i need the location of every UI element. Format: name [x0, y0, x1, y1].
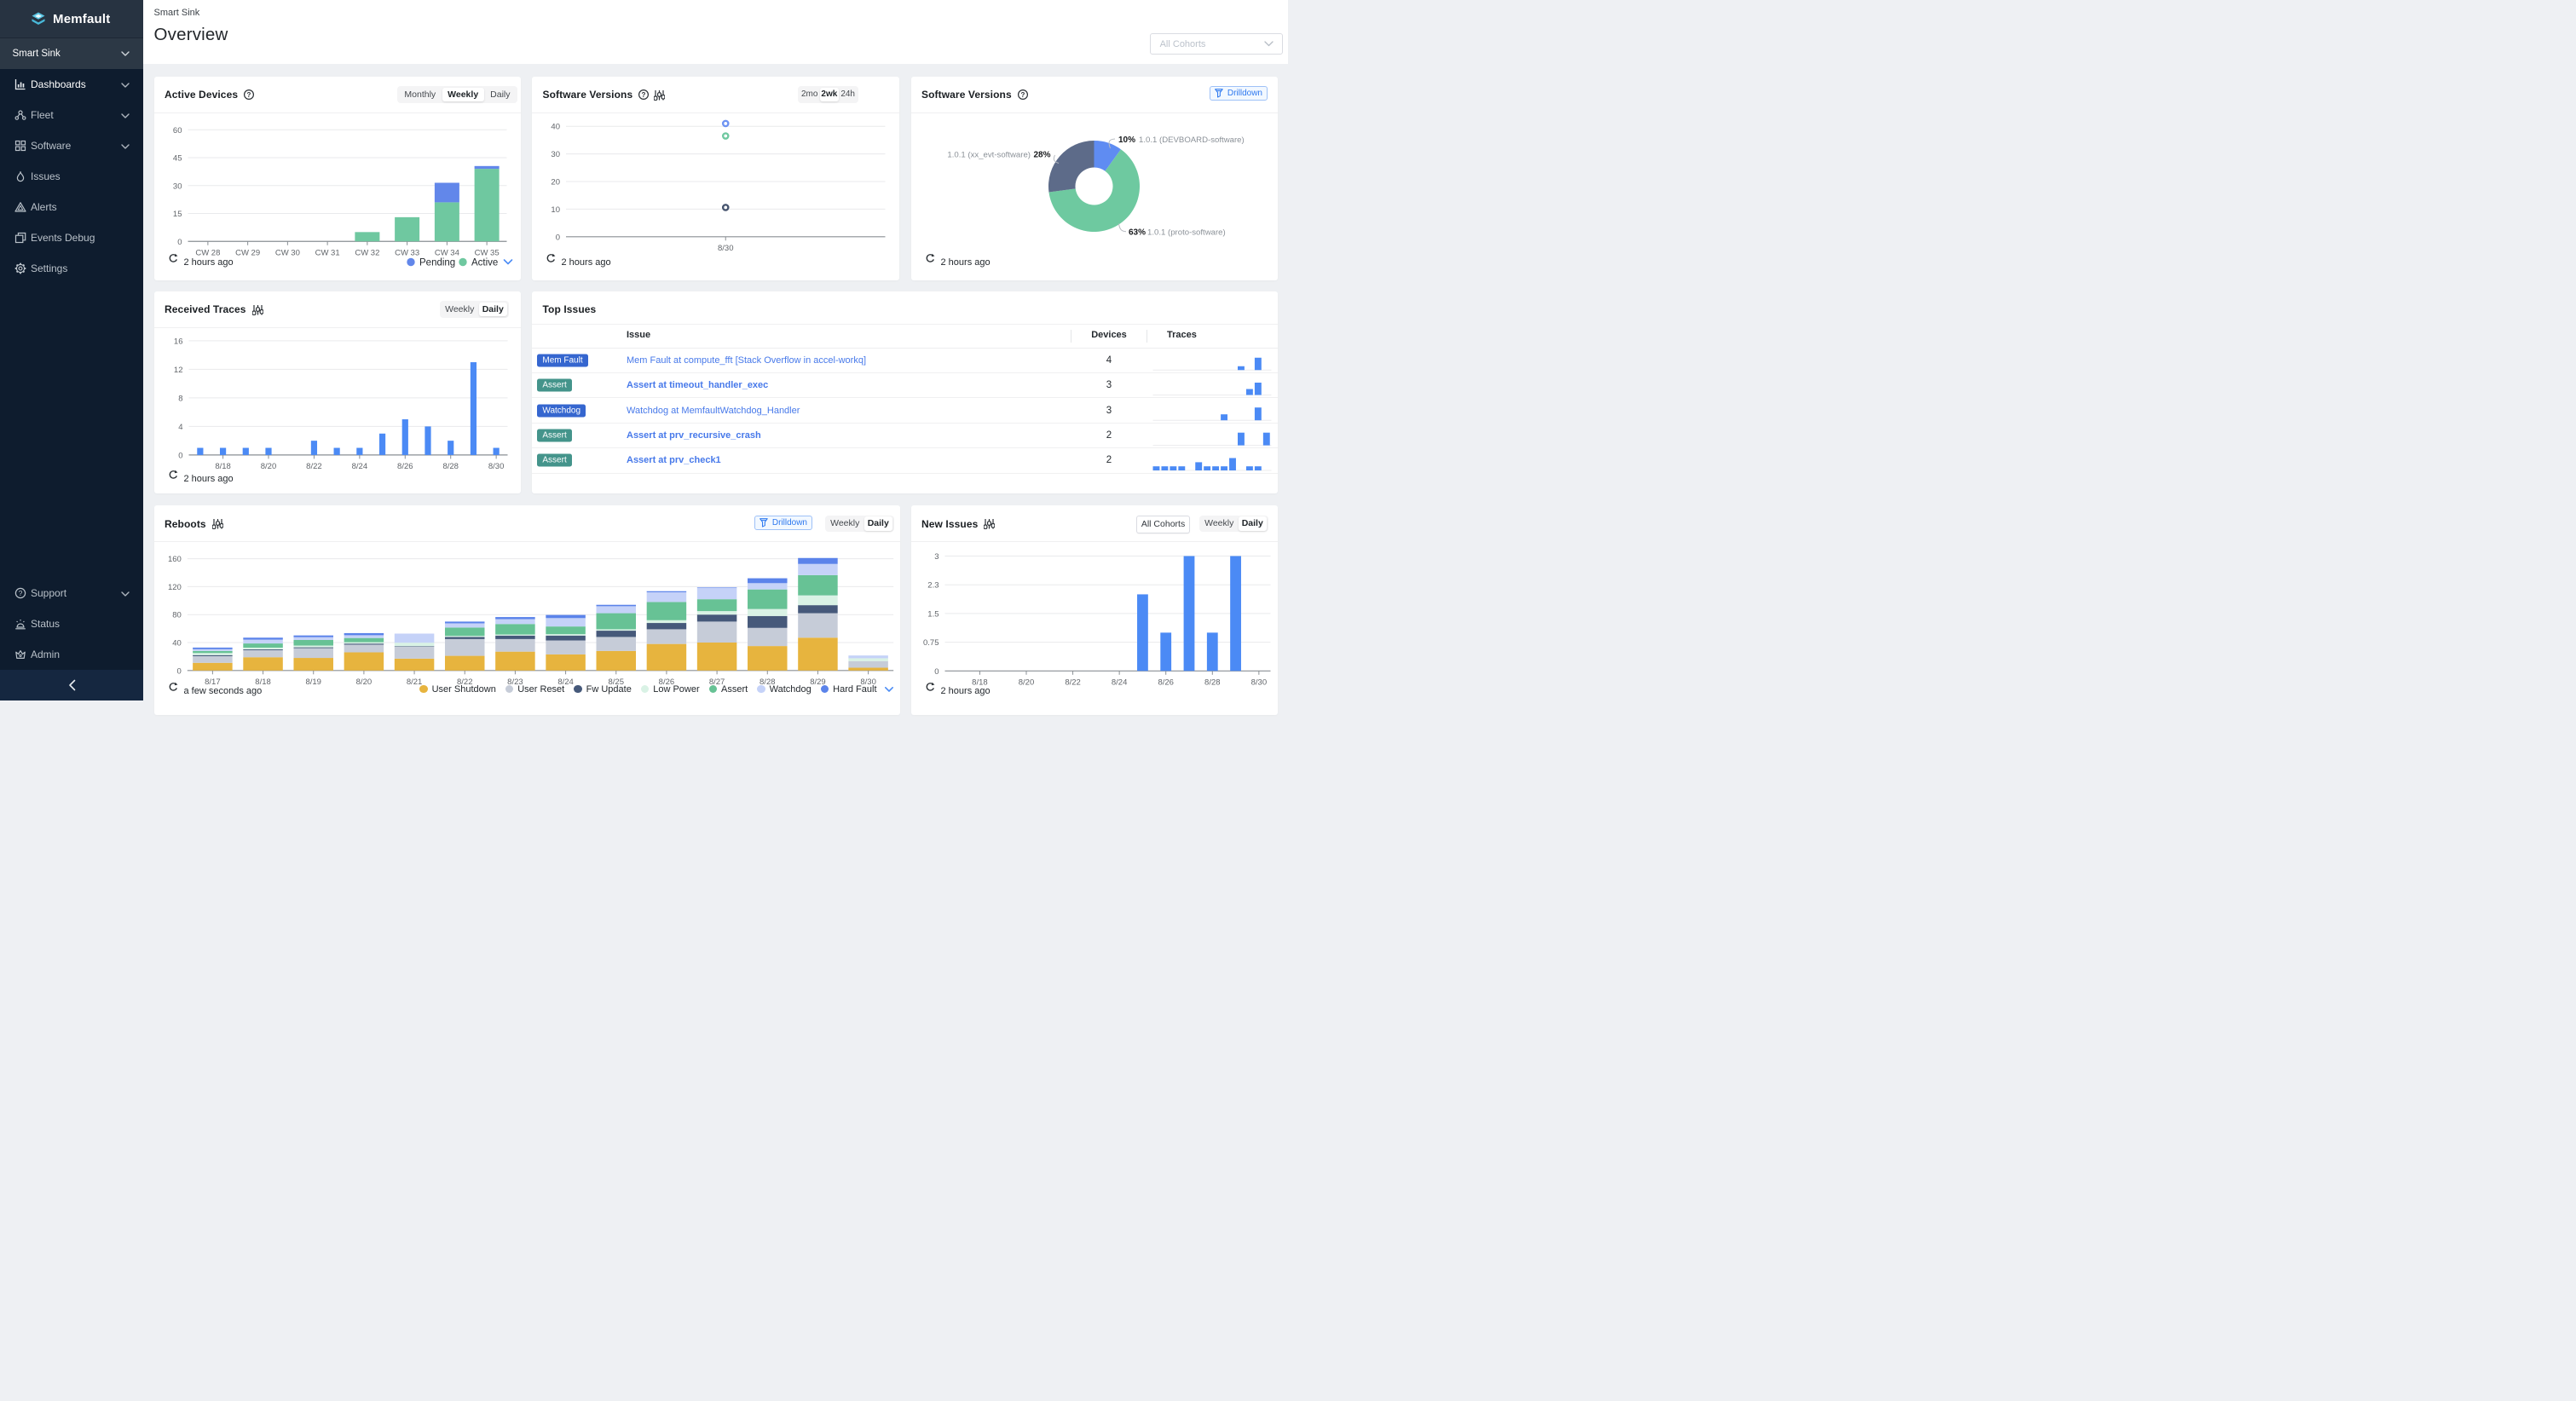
svg-text:Active: Active [471, 257, 498, 268]
svg-text:15: 15 [172, 210, 182, 219]
svg-text:CW 35: CW 35 [474, 248, 499, 257]
svg-text:80: 80 [172, 611, 182, 620]
svg-text:8/28: 8/28 [442, 461, 459, 470]
svg-text:40: 40 [551, 122, 560, 131]
svg-text:?: ? [19, 589, 23, 597]
svg-text:CW 34: CW 34 [434, 248, 459, 257]
svg-text:2 hours ago: 2 hours ago [940, 686, 990, 696]
svg-text:8/18: 8/18 [215, 461, 231, 470]
svg-text:45: 45 [172, 153, 182, 163]
svg-text:CW 29: CW 29 [235, 248, 260, 257]
svg-text:0: 0 [934, 667, 939, 677]
svg-text:8/22: 8/22 [306, 461, 322, 470]
svg-text:CW 28: CW 28 [195, 248, 220, 257]
svg-text:Pending: Pending [419, 257, 455, 268]
svg-text:8/26: 8/26 [1158, 677, 1174, 687]
svg-text:0: 0 [556, 233, 560, 242]
svg-text:1.0.1 (xx_evt-software): 1.0.1 (xx_evt-software) [947, 150, 1031, 159]
svg-text:CW 33: CW 33 [395, 248, 419, 257]
svg-text:2 hours ago: 2 hours ago [940, 257, 990, 268]
svg-text:2.3: 2.3 [927, 581, 939, 591]
svg-text:8/30: 8/30 [718, 243, 734, 252]
svg-text:0: 0 [178, 451, 182, 460]
svg-text:8/30: 8/30 [488, 461, 504, 470]
svg-text:20: 20 [551, 177, 560, 187]
svg-text:CW 31: CW 31 [315, 248, 339, 257]
svg-text:8/30: 8/30 [1250, 677, 1267, 687]
svg-text:0: 0 [177, 237, 182, 246]
svg-text:2 hours ago: 2 hours ago [183, 474, 233, 484]
svg-text:8/28: 8/28 [1204, 677, 1221, 687]
svg-text:120: 120 [167, 583, 181, 592]
svg-text:8/24: 8/24 [1111, 677, 1127, 687]
svg-text:28%: 28% [1033, 150, 1050, 159]
svg-text:3: 3 [934, 552, 939, 562]
svg-text:63%: 63% [1129, 228, 1146, 237]
svg-text:1.5: 1.5 [927, 609, 939, 619]
svg-text:8/24: 8/24 [351, 461, 367, 470]
svg-text:60: 60 [172, 125, 182, 135]
svg-text:4: 4 [178, 422, 182, 431]
svg-text:30: 30 [172, 182, 182, 191]
svg-text:CW 30: CW 30 [274, 248, 299, 257]
svg-text:10: 10 [551, 205, 560, 214]
svg-text:30: 30 [551, 150, 560, 159]
svg-text:0: 0 [176, 666, 181, 676]
svg-text:12: 12 [173, 365, 182, 374]
svg-text:8/20: 8/20 [260, 461, 276, 470]
svg-text:8: 8 [178, 394, 182, 403]
svg-text:8/20: 8/20 [1018, 677, 1034, 687]
svg-text:8/26: 8/26 [397, 461, 413, 470]
svg-text:CW 32: CW 32 [355, 248, 379, 257]
svg-text:10%: 10% [1118, 135, 1135, 145]
svg-text:2 hours ago: 2 hours ago [562, 257, 611, 268]
svg-text:2 hours ago: 2 hours ago [183, 257, 233, 268]
svg-text:0.75: 0.75 [923, 638, 939, 648]
svg-text:160: 160 [167, 555, 181, 564]
svg-text:40: 40 [172, 639, 182, 649]
svg-text:1.0.1 (DEVBOARD-software): 1.0.1 (DEVBOARD-software) [1139, 135, 1245, 145]
svg-text:1.0.1 (proto-software): 1.0.1 (proto-software) [1147, 228, 1226, 237]
svg-text:16: 16 [173, 337, 182, 346]
svg-text:8/22: 8/22 [1065, 677, 1081, 687]
